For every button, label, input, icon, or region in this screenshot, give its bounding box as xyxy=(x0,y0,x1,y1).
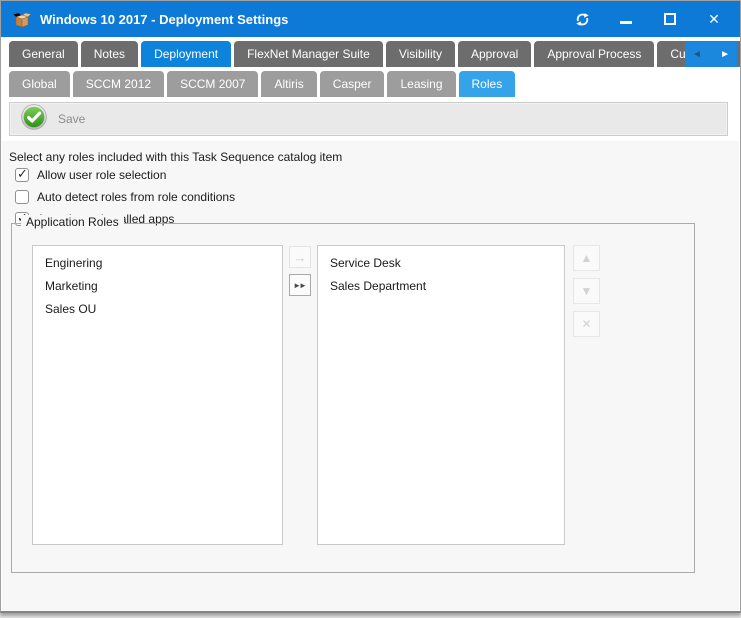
subtab-roles[interactable]: Roles xyxy=(459,71,516,97)
checkbox-label: Auto detect roles from role conditions xyxy=(37,190,235,204)
list-item[interactable]: Enginering xyxy=(45,252,278,275)
scroll-left-icon[interactable]: ◄ xyxy=(692,49,702,60)
subtab-global[interactable]: Global xyxy=(9,71,70,97)
double-arrow-right-icon: ►► xyxy=(293,281,307,290)
instruction-text: Select any roles included with this Task… xyxy=(9,150,342,164)
title-bar: Windows 10 2017 - Deployment Settings ✕ xyxy=(1,1,740,37)
subtab-leasing[interactable]: Leasing xyxy=(387,71,455,97)
subtab-sccm-2012[interactable]: SCCM 2012 xyxy=(73,71,164,97)
checkbox-icon[interactable] xyxy=(15,190,29,204)
remove-button[interactable]: ✕ xyxy=(573,311,600,337)
move-right-button[interactable]: → xyxy=(289,246,311,268)
window-controls: ✕ xyxy=(574,11,722,27)
tab-overflow-scroller: ◄ ► xyxy=(685,42,737,67)
scroll-right-icon[interactable]: ► xyxy=(720,49,730,60)
refresh-icon[interactable] xyxy=(574,11,590,27)
tab-approval[interactable]: Approval xyxy=(458,41,531,67)
move-up-button[interactable]: ▲ xyxy=(573,245,600,271)
checkbox-allow-user-role-selection[interactable]: Allow user role selection xyxy=(15,166,166,184)
assigned-roles-list[interactable]: Service Desk Sales Department xyxy=(317,245,565,545)
subtab-sccm-2007[interactable]: SCCM 2007 xyxy=(167,71,258,97)
subtab-casper[interactable]: Casper xyxy=(320,71,385,97)
move-down-button[interactable]: ▼ xyxy=(573,278,600,304)
x-icon: ✕ xyxy=(581,317,591,331)
secondary-tab-strip: Global SCCM 2012 SCCM 2007 Altiris Caspe… xyxy=(1,67,740,97)
tab-flexnet-manager-suite[interactable]: FlexNet Manager Suite xyxy=(234,41,383,67)
groupbox-title: Application Roles xyxy=(21,215,124,229)
save-button[interactable]: Save xyxy=(10,103,99,135)
move-all-right-button[interactable]: ►► xyxy=(289,274,311,296)
subtab-altiris[interactable]: Altiris xyxy=(261,71,316,97)
check-circle-icon xyxy=(21,104,47,135)
arrow-right-icon: → xyxy=(294,250,307,265)
save-button-label: Save xyxy=(58,112,85,126)
primary-tab-strip: General Notes Deployment FlexNet Manager… xyxy=(1,37,740,67)
order-buttons: ▲ ▼ ✕ xyxy=(573,245,600,337)
application-roles-groupbox: Application Roles Enginering Marketing S… xyxy=(11,223,695,573)
close-icon[interactable]: ✕ xyxy=(706,11,722,27)
arrow-up-icon: ▲ xyxy=(581,251,593,265)
tab-general[interactable]: General xyxy=(9,41,78,67)
arrow-down-icon: ▼ xyxy=(581,284,593,298)
available-roles-list[interactable]: Enginering Marketing Sales OU xyxy=(32,245,283,545)
deployment-settings-window: Windows 10 2017 - Deployment Settings ✕ … xyxy=(0,0,741,613)
tab-deployment[interactable]: Deployment xyxy=(141,41,231,67)
checkbox-auto-detect-roles[interactable]: Auto detect roles from role conditions xyxy=(15,188,235,206)
transfer-buttons: → ►► xyxy=(289,246,311,296)
roles-panel: Select any roles included with this Task… xyxy=(2,141,739,611)
minimize-icon[interactable] xyxy=(618,11,634,27)
window-title: Windows 10 2017 - Deployment Settings xyxy=(40,12,288,27)
list-item[interactable]: Sales Department xyxy=(330,275,560,298)
package-icon xyxy=(12,11,32,28)
list-item[interactable]: Sales OU xyxy=(45,298,278,321)
list-item[interactable]: Marketing xyxy=(45,275,278,298)
tab-notes[interactable]: Notes xyxy=(81,41,138,67)
toolbar: Save xyxy=(9,102,728,136)
maximize-icon[interactable] xyxy=(662,11,678,27)
list-item[interactable]: Service Desk xyxy=(330,252,560,275)
checkbox-icon[interactable] xyxy=(15,168,29,182)
tab-visibility[interactable]: Visibility xyxy=(386,41,455,67)
tab-approval-process[interactable]: Approval Process xyxy=(534,41,654,67)
checkbox-label: Allow user role selection xyxy=(37,168,166,182)
